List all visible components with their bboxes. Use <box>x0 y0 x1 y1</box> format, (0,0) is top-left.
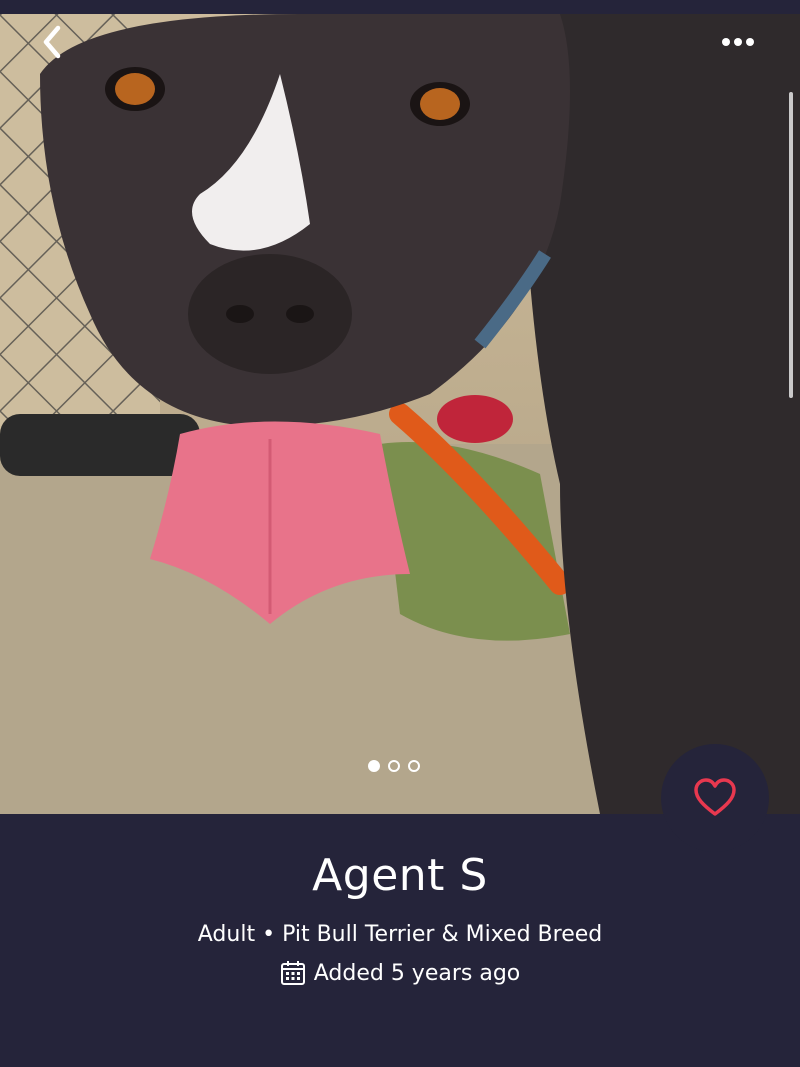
favorite-button[interactable] <box>661 744 769 852</box>
chevron-left-icon <box>43 25 61 59</box>
pet-name: Agent S <box>312 850 488 901</box>
more-horizontal-icon <box>722 38 754 46</box>
more-options-button[interactable] <box>712 22 762 62</box>
pet-breed: Pit Bull Terrier & Mixed Breed <box>282 922 603 947</box>
gallery-dot-3[interactable] <box>408 760 420 772</box>
pet-photo[interactable] <box>0 14 800 814</box>
gallery-dot-2[interactable] <box>388 760 400 772</box>
separator-dot: • <box>262 922 276 947</box>
dog-photo-illustration <box>0 14 800 814</box>
pet-age: Adult <box>197 922 256 947</box>
added-text: Added 5 years ago <box>313 960 521 986</box>
calendar-icon <box>280 961 305 985</box>
status-strip <box>0 0 800 14</box>
gallery-pagination[interactable] <box>368 760 420 774</box>
pet-info-panel: Agent S Adult • Pit Bull Terrier & Mixed… <box>0 814 800 1067</box>
pet-details: Adult • Pit Bull Terrier & Mixed Breed <box>0 922 800 947</box>
heart-outline-icon <box>694 778 736 816</box>
gallery-dot-1[interactable] <box>368 760 380 772</box>
pet-added: Added 5 years ago <box>0 960 800 986</box>
scrollbar[interactable] <box>789 92 793 398</box>
back-button[interactable] <box>34 22 74 62</box>
